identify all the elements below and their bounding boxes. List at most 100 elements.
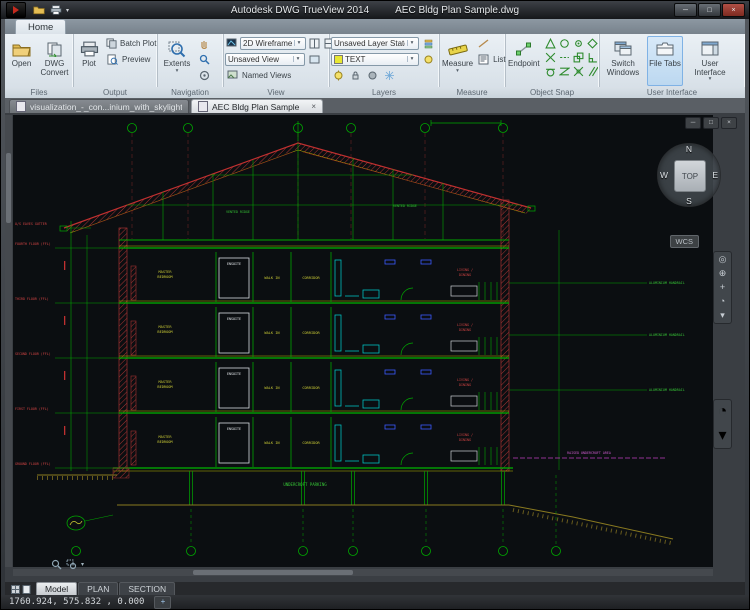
terrain xyxy=(37,475,673,543)
zoom-window-icon[interactable] xyxy=(66,559,77,570)
osnap-intersection-button[interactable] xyxy=(543,50,558,65)
layer-on-button[interactable] xyxy=(331,68,346,83)
navbar-extra-icon[interactable]: ◔ xyxy=(718,403,728,421)
close-button[interactable]: × xyxy=(722,3,745,17)
osnap-quadrant-button[interactable] xyxy=(585,36,600,51)
osnap-node-button[interactable] xyxy=(571,36,586,51)
cad-section-drawing: MASTER BEDROOM ENSUITE WALK IN CORRIDOR xyxy=(13,115,713,567)
drawing-file-icon xyxy=(16,101,26,112)
zoom-extents-button[interactable]: Extents ▾ xyxy=(159,36,195,86)
layout-tab-icons xyxy=(11,585,31,594)
layer-off-button[interactable] xyxy=(365,68,380,83)
horizontal-scrollbar[interactable] xyxy=(13,569,713,576)
plot-button[interactable]: Plot xyxy=(75,36,103,86)
viewcube-west[interactable]: W xyxy=(660,170,668,180)
osnap-tangent-button[interactable] xyxy=(543,64,558,79)
tab-section[interactable]: SECTION xyxy=(119,582,175,595)
steering-wheel-icon[interactable]: ◎ xyxy=(719,255,727,264)
osnap-perpendicular-button[interactable] xyxy=(585,50,600,65)
osnap-apparent-button[interactable] xyxy=(571,64,586,79)
quick-measure-button[interactable] xyxy=(476,36,491,51)
restore-view-button[interactable] xyxy=(307,52,322,67)
open-button[interactable]: Open xyxy=(7,36,36,86)
crosshair-toggle-button[interactable]: + xyxy=(154,596,171,609)
viewcube-north[interactable]: N xyxy=(686,144,692,154)
osnap-parallel-button[interactable] xyxy=(585,64,600,79)
osnap-nearest-button[interactable] xyxy=(557,64,572,79)
switch-windows-button[interactable]: Switch Windows xyxy=(603,36,643,86)
batch-plot-button[interactable]: Batch Plot xyxy=(105,36,155,51)
qat-open-button[interactable] xyxy=(32,4,46,16)
measure-button[interactable]: Measure ▾ xyxy=(441,36,474,86)
handrail-note: ALUMINIUM HANDRAIL xyxy=(649,333,685,337)
file-tabs-button[interactable]: File Tabs xyxy=(647,36,683,86)
viewcube-top-face[interactable]: TOP xyxy=(674,160,706,192)
pan-icon[interactable]: + xyxy=(720,283,725,292)
navbar-extra-more-icon[interactable]: ▾ xyxy=(718,425,726,445)
layout-sheet-icon[interactable] xyxy=(22,585,31,594)
layer-freeze-button[interactable] xyxy=(421,52,436,67)
file-tab-aec-bldg-plan[interactable]: AEC Bldg Plan Sample × xyxy=(191,99,323,113)
folder-icon xyxy=(33,5,45,15)
roof: VENTED RIDGE VENTED RIDGE xyxy=(60,143,535,240)
tab-home[interactable]: Home xyxy=(15,19,66,34)
model-space-canvas[interactable]: MASTER BEDROOM ENSUITE WALK IN CORRIDOR xyxy=(13,115,713,567)
orbit-icon[interactable]: ◔ xyxy=(720,297,725,306)
document-title: AEC Bldg Plan Sample.dwg xyxy=(395,5,519,16)
layer-state-select[interactable]: Unsaved Layer State ▾ xyxy=(331,37,419,50)
panel-label-files: Files xyxy=(5,87,73,98)
folder-icon xyxy=(12,39,31,59)
layer-select[interactable]: TEXT ▾ xyxy=(331,53,419,66)
viewcube[interactable]: N S W E TOP xyxy=(657,143,721,207)
drawing-restore-button[interactable]: □ xyxy=(703,117,719,129)
viewcube-south[interactable]: S xyxy=(686,196,692,206)
list-button[interactable]: List xyxy=(476,52,505,67)
ribbon-panel-navigation: Extents ▾ Navigation xyxy=(157,34,224,98)
zoom-tools-more-icon[interactable]: ▾ xyxy=(81,561,84,568)
osnap-midpoint-button[interactable] xyxy=(543,36,558,51)
drawing-close-button[interactable]: × xyxy=(721,117,737,129)
minimize-button[interactable]: ─ xyxy=(674,3,697,17)
qat-dropdown-icon[interactable]: ▾ xyxy=(66,7,69,14)
vertical-scroll-thumb[interactable] xyxy=(6,153,11,223)
qat-plot-button[interactable] xyxy=(49,4,63,16)
osnap-extension-button[interactable] xyxy=(557,50,572,65)
zoom-icon[interactable]: ⊕ xyxy=(719,269,727,278)
named-views-button[interactable]: Named Views xyxy=(225,68,327,82)
osnap-insertion-button[interactable] xyxy=(571,50,586,65)
dropdown-arrow-icon: ▾ xyxy=(456,69,459,75)
dwg-convert-button[interactable]: DWG Convert xyxy=(38,36,71,86)
file-tab-visualization[interactable]: visualization_-_con...inium_with_skyligh… xyxy=(9,99,189,113)
tab-model[interactable]: Model xyxy=(36,582,77,595)
visual-style-select[interactable]: 2D Wireframe ▾ xyxy=(240,37,306,50)
osnap-center-button[interactable] xyxy=(557,36,572,51)
layer-lock-button[interactable] xyxy=(348,68,363,83)
steering-wheel-button[interactable] xyxy=(197,68,212,83)
user-interface-button[interactable]: User Interface ▾ xyxy=(687,36,733,86)
close-tab-icon[interactable]: × xyxy=(306,102,316,111)
layout-grid-icon[interactable] xyxy=(11,585,20,594)
wcs-badge[interactable]: WCS xyxy=(670,235,700,248)
drawing-minimize-button[interactable]: ─ xyxy=(685,117,701,129)
handrail-note: ALUMINIUM HANDRAIL xyxy=(649,281,685,285)
level-label: U/S EAVES GUTTER xyxy=(15,222,47,226)
zoom-realtime-button[interactable] xyxy=(197,52,212,67)
layer-isolate-button[interactable] xyxy=(421,36,436,51)
vertical-scrollbar[interactable] xyxy=(5,115,12,567)
endpoint-button[interactable]: Endpoint xyxy=(507,36,541,86)
level-label: FOURTH FLOOR (FFL) xyxy=(15,242,51,246)
tab-plan[interactable]: PLAN xyxy=(78,582,118,595)
list-icon xyxy=(476,52,491,67)
viewport-config-button[interactable] xyxy=(308,36,321,51)
application-menu-button[interactable] xyxy=(6,2,26,18)
maximize-button[interactable]: □ xyxy=(698,3,721,17)
raised-area-note: RAISED UNDERCROFT AREA xyxy=(567,451,611,455)
horizontal-scroll-thumb[interactable] xyxy=(193,570,353,575)
view-select[interactable]: Unsaved View ▾ xyxy=(225,53,305,66)
preview-button[interactable]: Preview xyxy=(105,52,155,67)
layer-thaw-button[interactable] xyxy=(382,68,397,83)
viewcube-east[interactable]: E xyxy=(712,170,718,180)
navbar-more-icon[interactable]: ▾ xyxy=(720,311,725,320)
zoom-in-icon[interactable] xyxy=(51,559,62,570)
pan-button[interactable] xyxy=(197,36,212,51)
